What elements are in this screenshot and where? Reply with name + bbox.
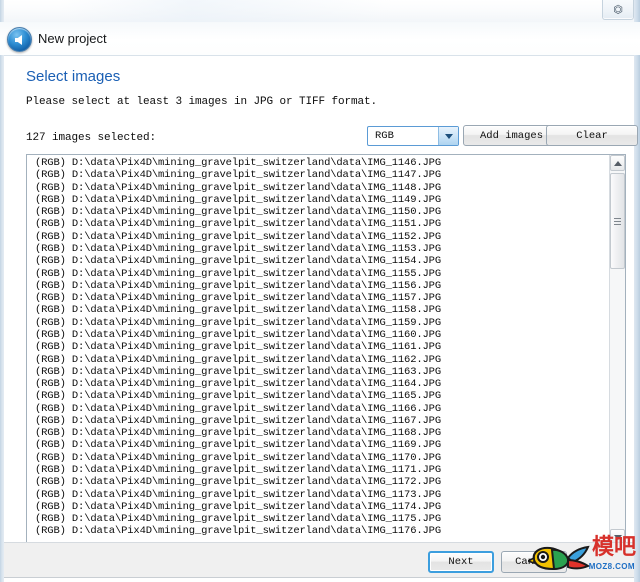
image-list-row[interactable]: (RGB) D:\data\Pix4D\mining_gravelpit_swi… [35, 255, 610, 267]
instruction-text: Please select at least 3 images in JPG o… [26, 96, 378, 108]
image-list-row[interactable]: (RGB) D:\data\Pix4D\mining_gravelpit_swi… [35, 268, 610, 280]
color-mode-dropdown-button[interactable] [438, 127, 458, 145]
new-project-dialog: ⏣ New project Select images Please selec… [0, 0, 640, 582]
image-list-row[interactable]: (RGB) D:\data\Pix4D\mining_gravelpit_swi… [35, 231, 610, 243]
image-list-row[interactable]: (RGB) D:\data\Pix4D\mining_gravelpit_swi… [35, 169, 610, 181]
image-list-row[interactable]: (RGB) D:\data\Pix4D\mining_gravelpit_swi… [35, 194, 610, 206]
image-list-row[interactable]: (RGB) D:\data\Pix4D\mining_gravelpit_swi… [35, 378, 610, 390]
image-list-row[interactable]: (RGB) D:\data\Pix4D\mining_gravelpit_swi… [35, 439, 610, 451]
image-list-row[interactable]: (RGB) D:\data\Pix4D\mining_gravelpit_swi… [35, 427, 610, 439]
image-list-row[interactable]: (RGB) D:\data\Pix4D\mining_gravelpit_swi… [35, 513, 610, 525]
image-list-row[interactable]: (RGB) D:\data\Pix4D\mining_gravelpit_swi… [35, 218, 610, 230]
image-list-row[interactable]: (RGB) D:\data\Pix4D\mining_gravelpit_swi… [35, 341, 610, 353]
chevron-down-icon [444, 133, 453, 139]
window-right-edge [634, 0, 640, 582]
image-list-scrollbar[interactable] [609, 155, 625, 545]
image-list-row[interactable]: (RGB) D:\data\Pix4D\mining_gravelpit_swi… [35, 182, 610, 194]
image-list-row[interactable]: (RGB) D:\data\Pix4D\mining_gravelpit_swi… [35, 489, 610, 501]
scrollbar-grip-icon [614, 217, 621, 225]
image-list-row[interactable]: (RGB) D:\data\Pix4D\mining_gravelpit_swi… [35, 403, 610, 415]
next-button[interactable]: Next [428, 551, 494, 573]
window-titlebar [0, 0, 640, 22]
color-mode-select[interactable]: RGB [367, 126, 459, 146]
back-arrow-icon [15, 34, 22, 45]
image-list-row[interactable]: (RGB) D:\data\Pix4D\mining_gravelpit_swi… [35, 243, 610, 255]
image-list-row[interactable]: (RGB) D:\data\Pix4D\mining_gravelpit_swi… [35, 501, 610, 513]
image-list-row[interactable]: (RGB) D:\data\Pix4D\mining_gravelpit_swi… [35, 354, 610, 366]
image-list-row[interactable]: (RGB) D:\data\Pix4D\mining_gravelpit_swi… [35, 317, 610, 329]
content-panel: Select images Please select at least 3 i… [4, 55, 638, 546]
scroll-up-button[interactable] [610, 155, 625, 171]
image-list-row[interactable]: (RGB) D:\data\Pix4D\mining_gravelpit_swi… [35, 292, 610, 304]
image-list-row[interactable]: (RGB) D:\data\Pix4D\mining_gravelpit_swi… [35, 206, 610, 218]
scroll-up-icon [613, 160, 622, 166]
back-button[interactable] [7, 27, 32, 52]
close-button[interactable]: ⏣ [602, 0, 634, 20]
image-list-row[interactable]: (RGB) D:\data\Pix4D\mining_gravelpit_swi… [35, 329, 610, 341]
image-list-row[interactable]: (RGB) D:\data\Pix4D\mining_gravelpit_swi… [35, 366, 610, 378]
image-list-row[interactable]: (RGB) D:\data\Pix4D\mining_gravelpit_swi… [35, 304, 610, 316]
color-mode-value: RGB [375, 130, 394, 142]
image-list-row[interactable]: (RGB) D:\data\Pix4D\mining_gravelpit_swi… [35, 452, 610, 464]
window-title: New project [38, 31, 107, 46]
image-list-row[interactable]: (RGB) D:\data\Pix4D\mining_gravelpit_swi… [35, 464, 610, 476]
clear-button[interactable]: Clear [546, 125, 638, 146]
cancel-button[interactable]: Cancel [501, 551, 567, 573]
image-list-row[interactable]: (RGB) D:\data\Pix4D\mining_gravelpit_swi… [35, 525, 610, 537]
page-title: Select images [26, 68, 121, 85]
navigation-bar: New project [0, 22, 640, 55]
image-list-row[interactable]: (RGB) D:\data\Pix4D\mining_gravelpit_swi… [35, 280, 610, 292]
scroll-down-icon [613, 534, 622, 540]
image-list-row[interactable]: (RGB) D:\data\Pix4D\mining_gravelpit_swi… [35, 476, 610, 488]
titlebar-highlight [60, 0, 390, 22]
scrollbar-thumb[interactable] [610, 173, 625, 269]
image-list[interactable]: (RGB) D:\data\Pix4D\mining_gravelpit_swi… [26, 154, 626, 546]
dialog-footer: Next Cancel [4, 542, 634, 578]
selected-count-label: 127 images selected: [26, 132, 157, 144]
image-list-row[interactable]: (RGB) D:\data\Pix4D\mining_gravelpit_swi… [35, 415, 610, 427]
image-list-row[interactable]: (RGB) D:\data\Pix4D\mining_gravelpit_swi… [35, 390, 610, 402]
image-list-items: (RGB) D:\data\Pix4D\mining_gravelpit_swi… [27, 157, 610, 538]
image-list-row[interactable]: (RGB) D:\data\Pix4D\mining_gravelpit_swi… [35, 157, 610, 169]
close-icon: ⏣ [613, 3, 623, 16]
